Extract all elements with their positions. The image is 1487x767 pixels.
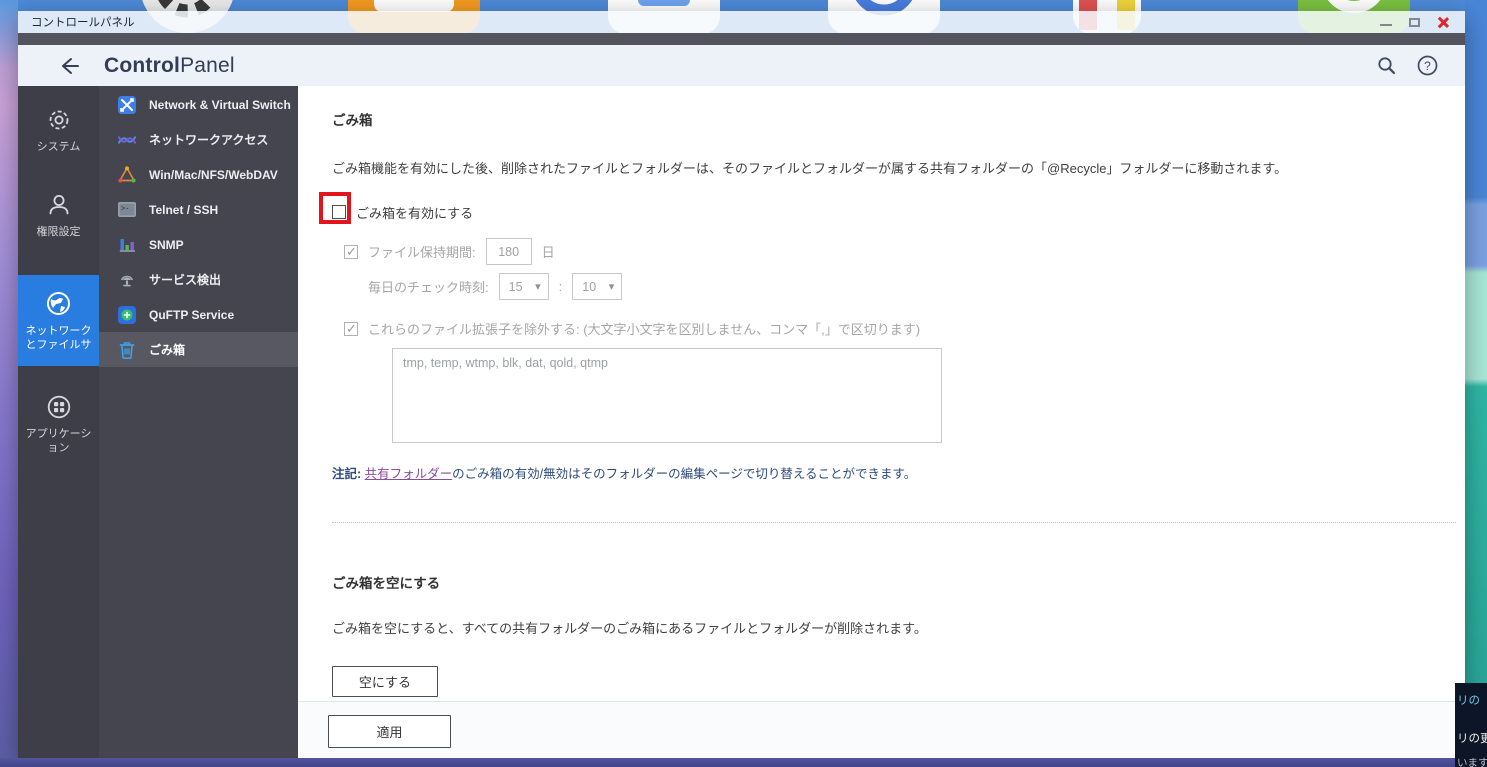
submenu-item-quftp-service[interactable]: QuFTP Service — [99, 297, 298, 332]
sidebar-item-label: ネットワーク とファイルサ — [25, 324, 92, 351]
main-panel: ごみ箱 ごみ箱機能を有効にした後、削除されたファイルとフォルダーは、そのファイル… — [298, 86, 1465, 758]
trash-icon — [118, 341, 136, 359]
network-switch-icon — [118, 95, 136, 114]
window-titlebar: コントロールパネル — [18, 11, 1465, 33]
window-top-band — [18, 33, 1465, 45]
exclude-extensions-label: これらのファイル拡張子を除外する: (大文字小文字を区別しません、コンマ「,」で… — [368, 322, 921, 337]
sidebar-item-label: 権限設定 — [36, 226, 81, 239]
sidebar-item-privilege[interactable]: 権限設定 — [18, 181, 99, 251]
back-arrow-icon[interactable] — [58, 55, 80, 77]
triangle-network-icon — [118, 166, 136, 184]
extensions-textarea[interactable]: tmp, temp, wtmp, blk, dat, qold, qtmp — [392, 348, 942, 443]
close-button[interactable] — [1437, 16, 1449, 28]
check-time-label: 毎日のチェック時刻: — [368, 280, 489, 295]
time-separator: : — [558, 279, 563, 294]
notification-overlay: リの リの更 います。 — [1455, 683, 1487, 767]
minimize-button[interactable] — [1380, 24, 1392, 26]
control-panel-window: コントロールパネル ControlPanel ? システム 権限設定 ネットワー… — [18, 11, 1465, 758]
app-header: ControlPanel ? — [18, 45, 1465, 86]
category-sidebar: システム 権限設定 ネットワーク とファイルサ アプリケーシ ョン — [18, 86, 99, 758]
retention-label: ファイル保持期間: — [368, 245, 476, 260]
enable-recycle-checkbox[interactable] — [332, 205, 346, 219]
terminal-icon: >- — [118, 201, 136, 219]
sidebar-item-label: システム — [36, 141, 81, 153]
hour-select[interactable]: 15 — [498, 273, 549, 300]
minute-select[interactable]: 10 — [572, 273, 623, 300]
submenu-item-telnet-ssh[interactable]: >- Telnet / SSH — [99, 192, 298, 227]
svg-text:?: ? — [1424, 59, 1431, 73]
user-icon — [49, 195, 68, 215]
bar-chart-icon — [118, 236, 136, 254]
section-divider — [332, 522, 1456, 523]
desktop-wallpaper-left — [0, 0, 18, 758]
retention-checkbox[interactable] — [344, 244, 358, 260]
note-text: 注記: 共有フォルダーのごみ箱の有効/無効はそのフォルダーの編集ページで切り替え… — [332, 467, 917, 481]
sidebar-item-network-file-services[interactable]: ネットワーク とファイルサ — [18, 274, 99, 367]
globe-icon — [47, 291, 70, 315]
enable-recycle-row: ごみ箱を有効にする — [319, 192, 1425, 224]
retention-days-input[interactable] — [485, 238, 532, 265]
sidebar-item-label: アプリケーシ ョン — [25, 428, 92, 455]
satellite-dish-icon — [118, 271, 136, 289]
maximize-button[interactable] — [1409, 17, 1420, 27]
exclude-extensions-checkbox[interactable] — [344, 321, 358, 337]
gear-icon — [49, 110, 68, 130]
disabled-options-group: ファイル保持期間: 日 毎日のチェック時刻: 15 : 10 これらのファイル拡… — [344, 238, 1425, 443]
desktop-wallpaper-right — [1465, 0, 1487, 758]
section-heading-recycle-bin: ごみ箱 — [332, 113, 373, 128]
footer-bar: 適用 — [298, 701, 1465, 758]
submenu-item-network-virtual-switch[interactable]: Network & Virtual Switch — [99, 87, 298, 122]
sidebar-item-system[interactable]: システム — [18, 96, 99, 166]
section-heading-empty: ごみ箱を空にする — [332, 576, 441, 591]
empty-recycle-button[interactable]: 空にする — [332, 666, 438, 697]
submenu-item-win-mac-nfs-webdav[interactable]: Win/Mac/NFS/WebDAV — [99, 157, 298, 192]
submenu-item-recycle-bin[interactable]: ごみ箱 — [99, 332, 298, 367]
shared-folder-link[interactable]: 共有フォルダー — [365, 467, 453, 481]
retention-unit: 日 — [541, 245, 555, 260]
desktop-bottom-band — [0, 758, 1487, 767]
page-title: ControlPanel — [104, 53, 235, 77]
enable-recycle-label: ごみ箱を有効にする — [356, 205, 474, 221]
svg-text:>-: >- — [121, 206, 129, 214]
submenu-sidebar: Network & Virtual Switch ネットワークアクセス Win/… — [99, 86, 298, 758]
help-icon[interactable]: ? — [1417, 55, 1438, 76]
apply-button[interactable]: 適用 — [328, 715, 451, 748]
network-access-icon — [118, 131, 136, 149]
recycle-bin-description: ごみ箱機能を有効にした後、削除されたファイルとフォルダーは、そのファイルとフォル… — [332, 161, 1288, 176]
search-icon[interactable] — [1377, 56, 1396, 75]
submenu-item-snmp[interactable]: SNMP — [99, 227, 298, 262]
sidebar-item-applications[interactable]: アプリケーシ ョン — [18, 383, 99, 468]
submenu-item-service-discovery[interactable]: サービス検出 — [99, 262, 298, 297]
empty-description: ごみ箱を空にすると、すべての共有フォルダーのごみ箱にあるファイルとフォルダーが削… — [332, 621, 927, 636]
apps-icon — [47, 395, 70, 419]
window-title: コントロールパネル — [31, 17, 135, 29]
submenu-item-network-access[interactable]: ネットワークアクセス — [99, 122, 298, 157]
quftp-icon — [118, 305, 136, 324]
